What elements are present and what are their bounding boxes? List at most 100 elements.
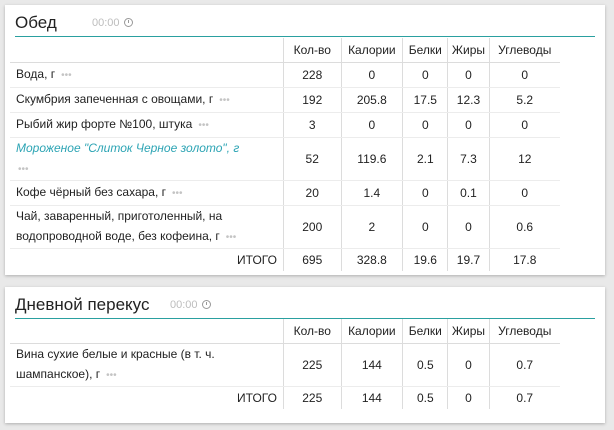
table-row: Вина сухие белые и красные (в т. ч. шамп… — [10, 343, 560, 387]
food-fat: 7.3 — [447, 137, 490, 181]
header-name — [10, 319, 284, 344]
food-name-cell: Чай, заваренный, приготоленный, на водоп… — [10, 205, 284, 249]
more-options-icon[interactable]: ••• — [198, 120, 209, 131]
meal-header: Дневной перекус 00:00 — [15, 294, 595, 319]
food-name-cell: Мороженое "Слиток Черное золото", г ••• — [10, 137, 284, 181]
meal-title: Дневной перекус — [15, 295, 150, 314]
total-protein: 19.6 — [402, 248, 448, 271]
food-fat: 0 — [447, 205, 490, 249]
food-qty: 3 — [282, 112, 342, 138]
snack-food-table: Кол-во Калории Белки Жиры Углеводы Вина … — [10, 319, 560, 409]
total-fat: 19.7 — [447, 248, 490, 271]
food-fat: 0 — [447, 62, 490, 88]
table-header-row: Кол-во Калории Белки Жиры Углеводы — [10, 319, 560, 344]
food-name[interactable]: Рыбий жир форте №100, штука — [16, 117, 192, 131]
food-qty: 20 — [282, 180, 342, 206]
header-carbs: Углеводы — [488, 38, 560, 63]
food-fat: 12.3 — [447, 87, 490, 113]
more-options-icon[interactable]: ••• — [226, 232, 237, 243]
more-options-icon[interactable]: ••• — [106, 370, 117, 381]
total-kcal: 328.8 — [340, 248, 403, 271]
header-qty: Кол-во — [282, 38, 342, 63]
header-kcal: Калории — [340, 319, 403, 344]
food-name-link[interactable]: Мороженое "Слиток Черное золото", г — [16, 141, 239, 155]
total-qty: 695 — [282, 248, 342, 271]
food-protein: 0 — [402, 180, 448, 206]
food-carbs: 12 — [488, 137, 560, 181]
food-fat: 0.1 — [447, 180, 490, 206]
total-label: ИТОГО — [237, 390, 277, 405]
total-carbs: 0.7 — [488, 386, 560, 409]
food-qty: 52 — [282, 137, 342, 181]
table-row: Рыбий жир форте №100, штука ••• 3 0 0 0 0 — [10, 112, 560, 138]
total-label: ИТОГО — [237, 252, 277, 267]
food-kcal: 0 — [340, 62, 403, 88]
food-qty: 200 — [282, 205, 342, 249]
meal-time[interactable]: 00:00 — [170, 299, 211, 311]
total-row: ИТОГО 695 328.8 19.6 19.7 17.8 — [10, 248, 560, 271]
food-carbs: 0 — [488, 112, 560, 138]
food-name-cell: Вина сухие белые и красные (в т. ч. шамп… — [10, 343, 284, 387]
header-qty: Кол-во — [282, 319, 342, 344]
food-protein: 17.5 — [402, 87, 448, 113]
food-carbs: 0 — [488, 180, 560, 206]
total-carbs: 17.8 — [488, 248, 560, 271]
total-kcal: 144 — [340, 386, 403, 409]
food-qty: 225 — [282, 343, 342, 387]
header-name — [10, 38, 284, 63]
food-kcal: 1.4 — [340, 180, 403, 206]
table-header-row: Кол-во Калории Белки Жиры Углеводы — [10, 38, 560, 63]
food-name[interactable]: Кофе чёрный без сахара, г — [16, 185, 166, 199]
meal-time[interactable]: 00:00 — [92, 17, 133, 29]
header-protein: Белки — [402, 38, 448, 63]
food-name-cell: Рыбий жир форте №100, штука ••• — [10, 112, 284, 138]
food-carbs: 0.6 — [488, 205, 560, 249]
food-name[interactable]: Вода, г — [16, 67, 55, 81]
meal-title: Обед — [15, 13, 57, 32]
lunch-food-table: Кол-во Калории Белки Жиры Углеводы Вода,… — [10, 38, 560, 271]
food-kcal: 2 — [340, 205, 403, 249]
food-protein: 0 — [402, 112, 448, 138]
food-kcal: 144 — [340, 343, 403, 387]
header-kcal: Калории — [340, 38, 403, 63]
more-options-icon[interactable]: ••• — [219, 95, 230, 106]
header-fat: Жиры — [447, 38, 490, 63]
table-row: Мороженое "Слиток Черное золото", г ••• 5… — [10, 137, 560, 181]
meal-time-value: 00:00 — [170, 299, 198, 311]
food-name-cell: Скумбрия запеченная с овощами, г ••• — [10, 87, 284, 113]
food-qty: 192 — [282, 87, 342, 113]
more-options-icon[interactable]: ••• — [18, 164, 29, 175]
food-fat: 0 — [447, 343, 490, 387]
food-qty: 228 — [282, 62, 342, 88]
header-protein: Белки — [402, 319, 448, 344]
food-kcal: 119.6 — [340, 137, 403, 181]
food-kcal: 0 — [340, 112, 403, 138]
total-fat: 0 — [447, 386, 490, 409]
table-row: Скумбрия запеченная с овощами, г ••• 192 … — [10, 87, 560, 113]
total-qty: 225 — [282, 386, 342, 409]
table-row: Вода, г ••• 228 0 0 0 0 — [10, 62, 560, 88]
food-fat: 0 — [447, 112, 490, 138]
table-row: Кофе чёрный без сахара, г ••• 20 1.4 0 0.… — [10, 180, 560, 206]
food-carbs: 0 — [488, 62, 560, 88]
more-options-icon[interactable]: ••• — [172, 188, 183, 199]
food-protein: 2.1 — [402, 137, 448, 181]
food-carbs: 0.7 — [488, 343, 560, 387]
meal-time-value: 00:00 — [92, 17, 120, 29]
clock-icon — [201, 300, 211, 309]
food-protein: 0 — [402, 205, 448, 249]
food-carbs: 5.2 — [488, 87, 560, 113]
total-protein: 0.5 — [402, 386, 448, 409]
food-protein: 0 — [402, 62, 448, 88]
clock-icon — [123, 18, 133, 27]
total-row: ИТОГО 225 144 0.5 0 0.7 — [10, 386, 560, 409]
food-name[interactable]: Скумбрия запеченная с овощами, г — [16, 92, 213, 106]
header-fat: Жиры — [447, 319, 490, 344]
header-carbs: Углеводы — [488, 319, 560, 344]
food-name[interactable]: Чай, заваренный, приготоленный, на водоп… — [16, 209, 222, 243]
more-options-icon[interactable]: ••• — [61, 70, 72, 81]
food-kcal: 205.8 — [340, 87, 403, 113]
food-name-cell: Кофе чёрный без сахара, г ••• — [10, 180, 284, 206]
food-protein: 0.5 — [402, 343, 448, 387]
table-row: Чай, заваренный, приготоленный, на водоп… — [10, 205, 560, 249]
